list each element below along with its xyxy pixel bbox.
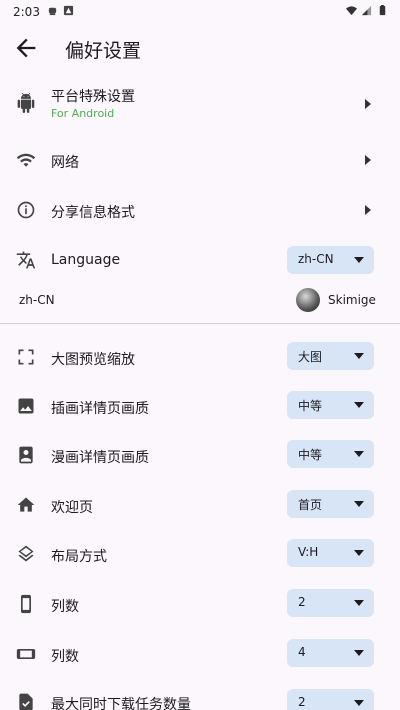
book-icon	[19, 446, 33, 464]
dropdown-arrow-icon	[354, 700, 364, 706]
dropdown-arrow-icon	[354, 353, 364, 359]
notification-status-icon	[63, 5, 74, 16]
translate-icon	[16, 251, 36, 269]
layers-icon	[18, 545, 34, 562]
language-label: Language	[51, 252, 121, 268]
android-icon	[17, 93, 35, 113]
setting-dropdown[interactable]: 4	[287, 639, 374, 667]
setting-label: 列数	[51, 599, 79, 615]
language-setting: Language zh-CN	[0, 240, 400, 280]
setting-dropdown-value: V:H	[298, 545, 319, 559]
setting-label: 大图预览缩放	[51, 352, 135, 368]
setting-dropdown-value: 2	[298, 595, 306, 609]
language-dropdown[interactable]: zh-CN	[287, 246, 374, 274]
chevron-right-icon	[365, 155, 371, 165]
signal-status-icon	[361, 5, 372, 16]
status-time: 2:03	[13, 5, 40, 19]
setting-dropdown[interactable]: 首页	[287, 490, 374, 518]
setting-welcome-page: 欢迎页 首页	[0, 485, 400, 525]
phone-landscape-icon	[16, 649, 36, 659]
setting-preview-zoom: 大图预览缩放 大图	[0, 337, 400, 377]
dropdown-arrow-icon	[354, 451, 364, 457]
setting-max-downloads: 最大同时下载任务数量 2	[0, 684, 400, 710]
back-arrow-icon[interactable]	[12, 34, 40, 62]
setting-columns-landscape: 列数 4	[0, 634, 400, 674]
setting-dropdown-value: 首页	[298, 498, 323, 512]
section-divider	[0, 323, 400, 324]
setting-label: 欢迎页	[51, 500, 93, 516]
nav-item-platform-settings[interactable]: 平台特殊设置 For Android	[0, 82, 400, 126]
task-icon	[19, 693, 33, 710]
home-icon	[17, 497, 35, 512]
app-bar: 偏好设置	[0, 24, 400, 72]
setting-dropdown[interactable]: 大图	[287, 342, 374, 370]
setting-dropdown-value: 中等	[298, 399, 323, 413]
language-dropdown-value: zh-CN	[298, 252, 334, 266]
setting-dropdown[interactable]: 2	[287, 589, 374, 617]
setting-label: 插画详情页画质	[51, 401, 149, 417]
android-status-icon	[48, 7, 57, 16]
setting-columns-portrait: 列数 2	[0, 584, 400, 624]
setting-layout-mode: 布局方式 V:H	[0, 534, 400, 574]
account-locale: zh-CN	[19, 293, 55, 307]
nav-item-share-format[interactable]: 分享信息格式	[0, 190, 400, 230]
nav-item-label: 平台特殊设置	[51, 89, 135, 105]
dropdown-arrow-icon	[354, 600, 364, 606]
setting-label: 漫画详情页画质	[51, 450, 149, 466]
wifi-status-icon	[346, 6, 357, 16]
setting-illust-quality: 插画详情页画质 中等	[0, 386, 400, 426]
page-title: 偏好设置	[65, 40, 142, 62]
setting-manga-quality: 漫画详情页画质 中等	[0, 435, 400, 475]
dropdown-arrow-icon	[354, 650, 364, 656]
setting-label: 列数	[51, 649, 79, 665]
nav-item-label: 分享信息格式	[51, 205, 135, 221]
setting-dropdown[interactable]: 2	[287, 689, 374, 710]
nav-item-label: 网络	[51, 155, 79, 171]
dropdown-arrow-icon	[354, 402, 364, 408]
dropdown-arrow-icon	[354, 257, 364, 263]
fullscreen-icon	[18, 349, 34, 365]
dropdown-arrow-icon	[354, 550, 364, 556]
chevron-right-icon	[365, 99, 371, 109]
phone-portrait-icon	[21, 594, 31, 614]
account-username: Skimige	[328, 293, 376, 307]
setting-dropdown-value: 大图	[298, 350, 323, 364]
status-bar: 2:03	[0, 0, 400, 24]
chevron-right-icon	[365, 205, 371, 215]
setting-dropdown-value: 4	[298, 645, 306, 659]
dropdown-arrow-icon	[354, 501, 364, 507]
setting-label: 布局方式	[51, 549, 107, 565]
setting-dropdown[interactable]: 中等	[287, 391, 374, 419]
setting-dropdown-value: 中等	[298, 448, 323, 462]
nav-item-subtitle: For Android	[51, 107, 115, 120]
nav-item-network[interactable]: 网络	[0, 140, 400, 180]
user-avatar[interactable]	[296, 288, 320, 312]
info-icon	[17, 201, 35, 219]
setting-dropdown[interactable]: 中等	[287, 440, 374, 468]
setting-dropdown[interactable]: V:H	[287, 539, 374, 567]
setting-label: 最大同时下载任务数量	[51, 697, 191, 710]
wifi-icon	[16, 153, 36, 167]
battery-status-icon	[379, 5, 386, 16]
image-icon	[18, 398, 34, 414]
setting-dropdown-value: 2	[298, 695, 306, 709]
